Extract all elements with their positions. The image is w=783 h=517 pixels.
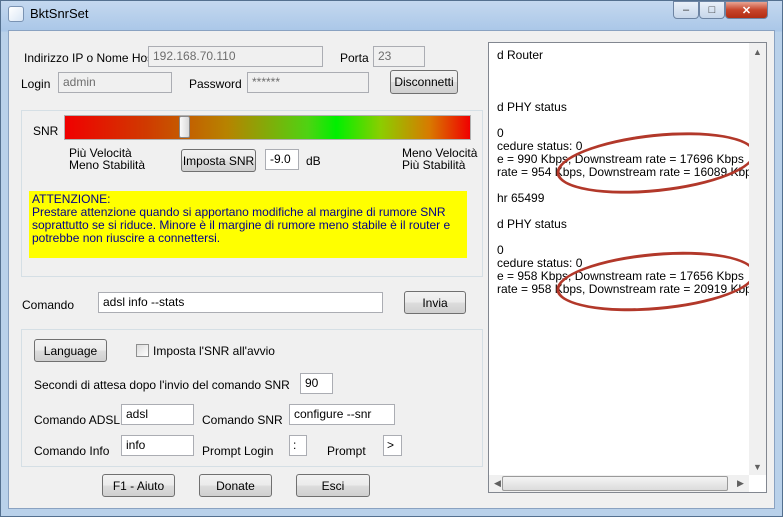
- snr-label: SNR: [33, 124, 59, 138]
- wait-seconds-input[interactable]: 90: [300, 373, 333, 394]
- send-button[interactable]: Invia: [404, 291, 466, 314]
- snr-command-input[interactable]: configure --snr: [289, 404, 395, 425]
- snr-unit-label: dB: [306, 154, 321, 168]
- command-label: Comando: [22, 298, 75, 312]
- set-snr-button[interactable]: Imposta SNR: [181, 149, 256, 172]
- window-title: BktSnrSet: [30, 6, 89, 21]
- startup-snr-checkbox[interactable]: [136, 344, 149, 357]
- app-icon: [8, 6, 24, 22]
- horizontal-scroll-thumb[interactable]: [502, 476, 728, 491]
- output-line: d PHY status: [497, 100, 567, 114]
- password-input[interactable]: ******: [247, 72, 369, 93]
- close-button[interactable]: ✕: [725, 1, 768, 19]
- maximize-button[interactable]: □: [699, 1, 725, 19]
- title-bar[interactable]: BktSnrSet – □ ✕: [0, 0, 783, 28]
- snr-slider-thumb[interactable]: [179, 116, 190, 138]
- startup-snr-label: Imposta l'SNR all'avvio: [153, 344, 275, 358]
- adsl-command-label: Comando ADSL: [34, 413, 121, 427]
- vertical-scrollbar[interactable]: ▲ ▼: [749, 43, 766, 475]
- output-line: d PHY status: [497, 217, 567, 231]
- snr-command-label: Comando SNR: [202, 413, 283, 427]
- prompt-label: Prompt: [327, 444, 366, 458]
- output-line: cedure status: 0: [497, 256, 583, 270]
- wait-seconds-label: Secondi di attesa dopo l'invio del coman…: [34, 378, 290, 392]
- login-input[interactable]: admin: [58, 72, 172, 93]
- port-label: Porta: [340, 51, 369, 65]
- adsl-command-input[interactable]: adsl: [121, 404, 194, 425]
- snr-slider-track[interactable]: [64, 115, 471, 140]
- command-input[interactable]: adsl info --stats: [98, 292, 383, 313]
- output-line: cedure status: 0: [497, 139, 583, 153]
- scroll-up-icon[interactable]: ▲: [749, 43, 766, 60]
- output-line: hr 65499: [497, 191, 545, 205]
- login-label: Login: [21, 77, 51, 91]
- warning-box: ATTENZIONE: Prestare attenzione quando s…: [29, 191, 467, 258]
- donate-button[interactable]: Donate: [199, 474, 272, 497]
- host-label: Indirizzo IP o Nome Host: [24, 51, 157, 65]
- info-command-label: Comando Info: [34, 444, 110, 458]
- help-button[interactable]: F1 - Aiuto: [102, 474, 175, 497]
- output-line: d Router: [497, 48, 544, 62]
- minimize-button[interactable]: –: [673, 1, 699, 19]
- output-line: 0: [497, 126, 504, 140]
- prompt-login-input[interactable]: :: [289, 435, 307, 456]
- prompt-login-label: Prompt Login: [202, 444, 274, 458]
- language-button[interactable]: Language: [34, 339, 107, 362]
- port-input[interactable]: 23: [373, 46, 425, 67]
- more-stability-label: Più Stabilità: [402, 158, 466, 172]
- disconnect-button[interactable]: Disconnetti: [390, 70, 458, 94]
- less-stability-label: Meno Stabilità: [69, 158, 146, 172]
- password-label: Password: [189, 77, 242, 91]
- snr-value-input[interactable]: -9.0: [265, 149, 299, 170]
- prompt-input[interactable]: >: [383, 435, 402, 456]
- scroll-right-icon[interactable]: ▶: [732, 475, 749, 492]
- host-input[interactable]: 192.168.70.110: [148, 46, 323, 67]
- info-command-input[interactable]: info: [121, 435, 194, 456]
- scroll-down-icon[interactable]: ▼: [749, 458, 766, 475]
- output-line: 0: [497, 243, 504, 257]
- exit-button[interactable]: Esci: [296, 474, 370, 497]
